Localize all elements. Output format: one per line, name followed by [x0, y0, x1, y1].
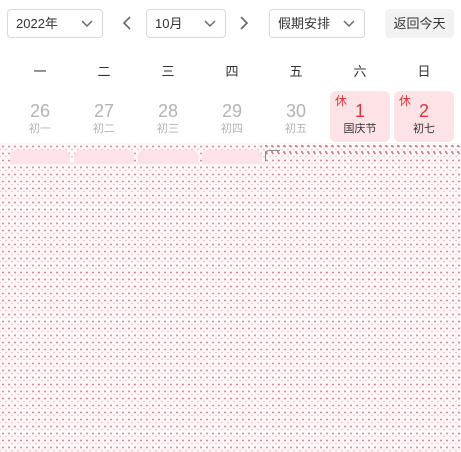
weekday-sun: 日 [417, 64, 431, 79]
day-cell-holiday[interactable]: 休 2 初七 [394, 91, 454, 142]
day-cell[interactable]: 26 初一 [10, 91, 70, 142]
obscured-day-cell [74, 150, 134, 164]
chevron-down-icon [81, 20, 93, 27]
weekday-wed: 三 [161, 64, 175, 79]
mode-select-value: 假期安排 [278, 16, 331, 31]
loading-overlay [0, 143, 461, 452]
day-cell[interactable]: 27 初二 [74, 91, 134, 142]
overlay-pattern-edge [263, 143, 461, 153]
day-cell[interactable]: 28 初三 [138, 91, 198, 142]
weekday-mon: 一 [33, 64, 47, 79]
day-number: 30 [285, 101, 307, 121]
chevron-right-icon[interactable] [237, 13, 251, 33]
weekday-thu: 四 [225, 64, 239, 79]
weekday-tue: 二 [97, 64, 111, 79]
year-select-value: 2022年 [16, 16, 58, 31]
holiday-mode-select[interactable]: 假期安排 [269, 9, 365, 38]
calendar-toolbar: 2022年 10月 假期安排 返回今天 [0, 0, 461, 48]
obscured-day-cell [138, 150, 198, 164]
month-select[interactable]: 10月 [146, 9, 226, 38]
day-cell[interactable]: 29 初四 [202, 91, 262, 142]
day-lunar: 初二 [93, 123, 115, 135]
year-select[interactable]: 2022年 [7, 9, 103, 38]
day-number: 2 [418, 101, 429, 121]
day-lunar: 初三 [157, 123, 179, 135]
back-to-today-button[interactable]: 返回今天 [385, 9, 454, 38]
month-select-value: 10月 [155, 16, 183, 31]
day-festival: 国庆节 [343, 123, 377, 135]
day-lunar: 初四 [221, 123, 243, 135]
weekday-header: 一 二 三 四 五 六 日 [0, 58, 461, 88]
day-number: 1 [354, 101, 365, 121]
weekday-sat: 六 [353, 64, 367, 79]
day-lunar: 初五 [285, 123, 307, 135]
day-cell-holiday[interactable]: 休 1 国庆节 [330, 91, 390, 142]
obscured-day-cell [202, 150, 262, 164]
day-number: 28 [157, 101, 179, 121]
day-cell[interactable]: 30 初五 [266, 91, 326, 142]
day-lunar: 初一 [29, 123, 51, 135]
obscured-cell-corner [265, 150, 280, 161]
day-number: 27 [93, 101, 115, 121]
day-number: 29 [221, 101, 243, 121]
chevron-left-icon[interactable] [120, 13, 134, 33]
chevron-down-icon [343, 20, 355, 27]
day-number: 26 [29, 101, 51, 121]
obscured-day-cell [10, 150, 70, 164]
day-lunar: 初七 [413, 123, 435, 135]
weekday-fri: 五 [289, 64, 303, 79]
chevron-down-icon [204, 20, 216, 27]
